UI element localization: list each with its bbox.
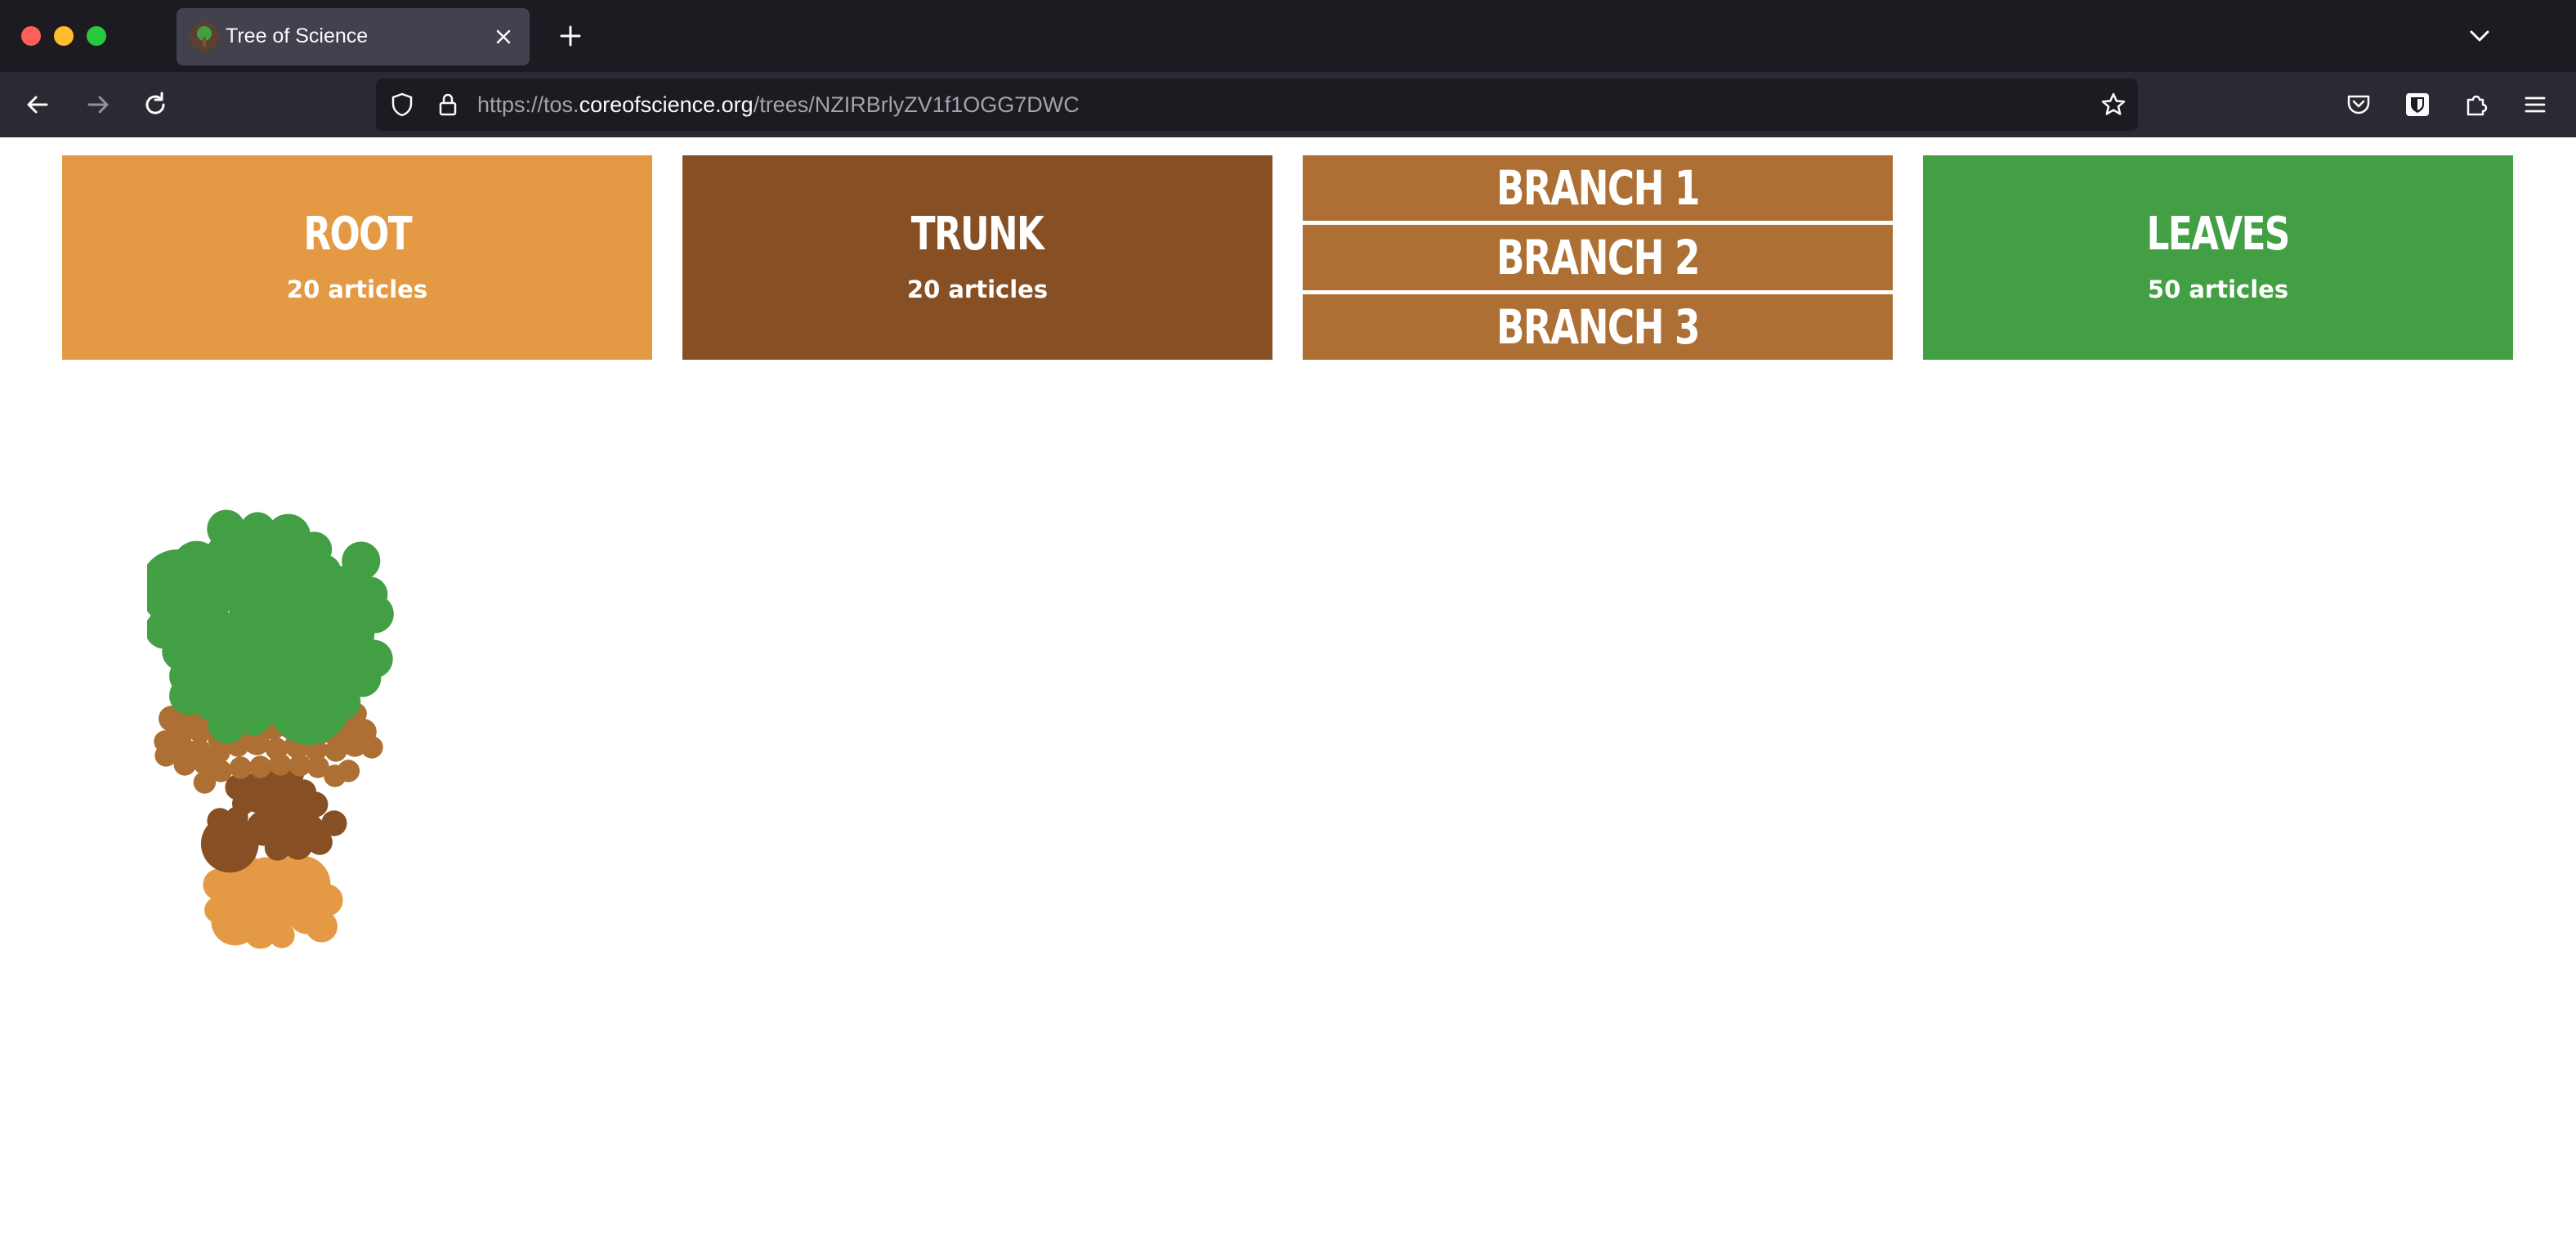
window-close-button[interactable] [21, 26, 41, 46]
root-card-title: ROOT [303, 208, 412, 261]
root-card[interactable]: ROOT 20 articles [62, 155, 652, 360]
leaf-article-bubble[interactable] [325, 684, 361, 720]
forward-arrow-icon[interactable] [83, 90, 113, 119]
root-article-bubble[interactable] [305, 910, 338, 943]
leaf-article-bubble[interactable] [257, 674, 293, 710]
bitwarden-shield-icon[interactable] [2403, 90, 2432, 119]
browser-tab-bar: Tree of Science [0, 0, 2576, 72]
browser-tab[interactable]: Tree of Science [177, 8, 530, 65]
extensions-puzzle-icon[interactable] [2462, 90, 2491, 119]
browser-nav-bar: https://tos.coreofscience.org/trees/NZIR… [0, 72, 2576, 137]
shield-icon[interactable] [387, 90, 417, 119]
branch-article-bubble[interactable] [337, 760, 360, 782]
url-path: /trees/NZIRBrlyZV1f1OGG7DWC [753, 92, 1080, 117]
leaves-card[interactable]: LEAVES 50 articles [1923, 155, 2513, 360]
bookmark-star-icon[interactable] [2099, 90, 2128, 119]
branch-article-bubble[interactable] [193, 771, 217, 794]
trunk-article-bubble[interactable] [306, 829, 333, 855]
tree-visualization [147, 509, 394, 949]
hamburger-menu-icon[interactable] [2520, 90, 2550, 119]
url-prefix: https://tos. [477, 92, 579, 117]
branch-2-card[interactable]: BRANCH 2 [1303, 225, 1893, 290]
window-minimize-button[interactable] [54, 26, 74, 46]
url-text[interactable]: https://tos.coreofscience.org/trees/NZIR… [477, 92, 1080, 118]
close-icon[interactable] [489, 22, 518, 52]
branch-cards: BRANCH 1 BRANCH 2 BRANCH 3 [1303, 155, 1893, 360]
lock-icon[interactable] [433, 90, 463, 119]
branch-2-title: BRANCH 2 [1496, 230, 1701, 285]
leaves-card-title: LEAVES [2146, 208, 2291, 261]
trunk-card[interactable]: TRUNK 20 articles [682, 155, 1272, 360]
branch-article-bubble[interactable] [248, 755, 272, 778]
trunk-card-title: TRUNK [911, 208, 1044, 261]
address-bar[interactable]: https://tos.coreofscience.org/trees/NZIR… [376, 78, 2138, 131]
branch-article-bubble[interactable] [229, 756, 253, 779]
root-card-count: 20 articles [286, 276, 428, 303]
chevron-down-icon[interactable] [2465, 21, 2494, 51]
url-domain: coreofscience.org [579, 92, 754, 117]
branch-3-title: BRANCH 3 [1496, 299, 1701, 355]
new-tab-plus-icon[interactable] [556, 21, 585, 51]
root-article-bubble[interactable] [269, 922, 295, 948]
leaves-card-count: 50 articles [2147, 276, 2289, 303]
pocket-icon[interactable] [2344, 90, 2373, 119]
trunk-card-count: 20 articles [906, 276, 1049, 303]
tree-favicon-icon [190, 22, 219, 52]
branch-article-bubble[interactable] [173, 753, 196, 776]
trunk-article-bubble[interactable] [200, 814, 259, 873]
window-maximize-button[interactable] [87, 26, 106, 46]
branch-1-card[interactable]: BRANCH 1 [1303, 155, 1893, 221]
branch-3-card[interactable]: BRANCH 3 [1303, 294, 1893, 360]
tab-title: Tree of Science [226, 25, 369, 47]
back-arrow-icon[interactable] [23, 90, 52, 119]
reload-icon[interactable] [141, 90, 170, 119]
branch-article-bubble[interactable] [269, 753, 292, 776]
page-content: ROOT 20 articles TRUNK 20 articles BRANC… [0, 137, 2576, 1246]
branch-1-title: BRANCH 1 [1496, 160, 1701, 216]
branch-article-bubble[interactable] [360, 736, 383, 759]
